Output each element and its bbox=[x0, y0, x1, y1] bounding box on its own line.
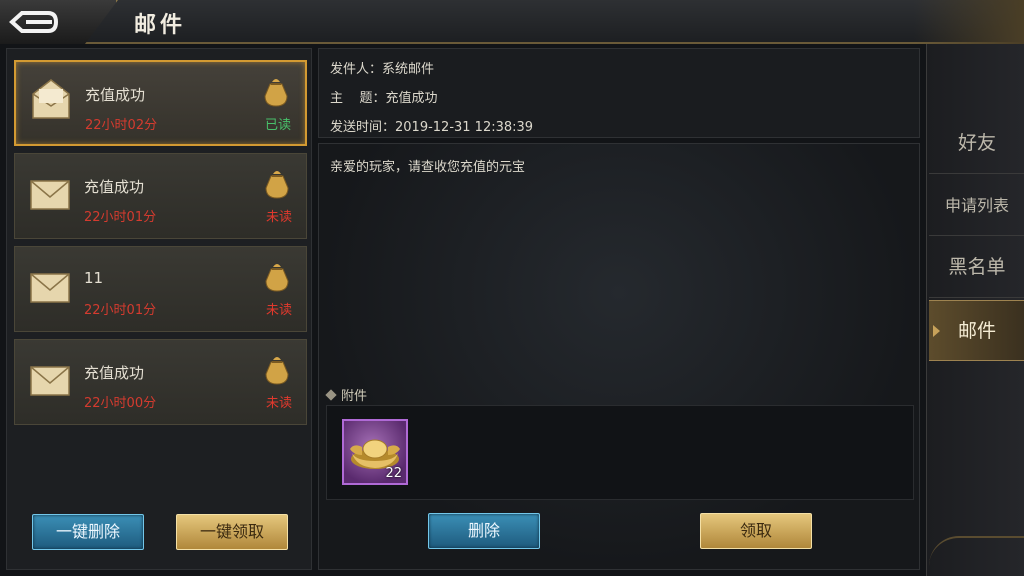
envelope-icon bbox=[30, 273, 70, 303]
page-title: 邮件 bbox=[134, 13, 187, 38]
tab-mail-label: 邮件 bbox=[957, 320, 996, 342]
attachment-label: 附件 bbox=[341, 389, 368, 404]
mail-time: 22小时00分 bbox=[84, 396, 157, 411]
diamond-icon bbox=[325, 389, 337, 401]
claim-all-button[interactable]: 一键领取 bbox=[176, 514, 288, 550]
gold-bag-icon bbox=[265, 357, 289, 385]
delete-button[interactable]: 删除 bbox=[428, 513, 540, 549]
mail-list-panel: 充值成功 22小时02分 已读 充值成功 22小时01分 未读 11 22小时0… bbox=[6, 48, 312, 570]
delete-all-button[interactable]: 一键删除 bbox=[32, 514, 144, 550]
mail-status: 未读 bbox=[265, 396, 292, 411]
mail-meta-panel: 发件人：系统邮件 主 题：充值成功 发送时间：2019-12-31 12:38:… bbox=[318, 48, 920, 138]
mail-title: 11 bbox=[84, 269, 104, 287]
gold-bag-icon bbox=[265, 264, 289, 292]
side-tab-rail: 好友 申请列表 黑名单 邮件 bbox=[926, 44, 1024, 576]
mail-item[interactable]: 11 22小时01分 未读 bbox=[14, 246, 307, 332]
mail-item[interactable]: 充值成功 22小时02分 已读 bbox=[14, 60, 307, 146]
mail-title: 充值成功 bbox=[84, 178, 145, 196]
tab-blacklist[interactable]: 黑名单 bbox=[929, 237, 1024, 298]
top-header: 邮件 bbox=[0, 0, 1024, 44]
tab-friends[interactable]: 好友 bbox=[929, 113, 1024, 174]
active-tab-arrow-icon bbox=[933, 325, 940, 337]
mail-status: 未读 bbox=[265, 303, 292, 318]
mail-subject: 主 题：充值成功 bbox=[330, 91, 438, 106]
back-arrow-icon bbox=[9, 11, 59, 33]
header-ornament bbox=[914, 0, 1024, 44]
open-envelope-icon bbox=[32, 79, 70, 119]
attachment-count: 22 bbox=[385, 466, 402, 481]
mail-item[interactable]: 充值成功 22小时01分 未读 bbox=[14, 153, 307, 239]
mail-content-panel: 亲爱的玩家，请查收您充值的元宝 附件 22 删除 领取 bbox=[318, 143, 920, 570]
attachment-item-slot[interactable]: 22 bbox=[342, 419, 408, 485]
tab-mail[interactable]: 邮件 bbox=[929, 300, 1024, 361]
mail-title: 充值成功 bbox=[85, 86, 146, 104]
gold-bag-icon bbox=[265, 171, 289, 199]
mail-send-time: 发送时间：2019-12-31 12:38:39 bbox=[330, 120, 534, 135]
back-button[interactable] bbox=[0, 0, 118, 44]
tab-requests[interactable]: 申请列表 bbox=[929, 175, 1024, 236]
envelope-icon bbox=[30, 366, 70, 396]
claim-button[interactable]: 领取 bbox=[700, 513, 812, 549]
gold-bag-icon bbox=[264, 79, 288, 107]
mail-body-text: 亲爱的玩家，请查收您充值的元宝 bbox=[330, 160, 526, 175]
mail-title: 充值成功 bbox=[84, 364, 145, 382]
envelope-icon bbox=[30, 180, 70, 210]
mail-status: 已读 bbox=[264, 118, 291, 133]
rail-ornament bbox=[929, 536, 1024, 576]
mail-item[interactable]: 充值成功 22小时00分 未读 bbox=[14, 339, 307, 425]
mail-time: 22小时01分 bbox=[84, 303, 157, 318]
attachment-header: 附件 bbox=[325, 385, 367, 404]
attachment-box: 22 bbox=[326, 405, 914, 500]
mail-status: 未读 bbox=[265, 210, 292, 225]
mail-time: 22小时01分 bbox=[84, 210, 157, 225]
mail-time: 22小时02分 bbox=[85, 118, 158, 133]
mail-sender: 发件人：系统邮件 bbox=[330, 62, 435, 77]
